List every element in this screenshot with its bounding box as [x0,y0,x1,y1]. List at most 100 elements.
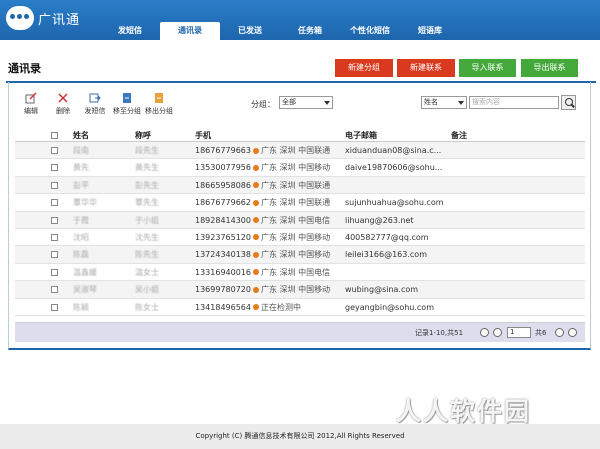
send-sms-button[interactable]: 发短信 [79,92,111,122]
row-checkbox[interactable] [51,229,58,246]
import-contacts-button[interactable]: 导入联系 [459,59,516,77]
page-total: 共6 [535,329,547,337]
remove-from-group-icon [155,93,163,103]
contact-name: 于霞 [73,215,89,225]
move-to-group-icon [123,93,131,103]
toolbar: 编辑 删除 发短信 移至分组 移出分组 [15,92,175,122]
location-icon [253,147,259,154]
group-filter-select[interactable]: 全部 [279,96,333,109]
send-sms-icon [89,93,101,103]
contact-phone: 18665958086 广东 深圳 中国联通 [195,177,330,194]
chevron-down-icon [458,101,464,105]
location-icon [253,304,259,311]
phone-number: 18676779663 [195,146,251,155]
table-row[interactable]: 温鑫媛 温女士 13316940016 广东 深圳 中国电信 [15,264,585,282]
contact-title: 段先生 [135,146,159,155]
row-checkbox[interactable] [51,299,58,316]
page-number-input[interactable]: 1 [507,327,531,338]
remove-from-group-button[interactable]: 移出分组 [143,92,175,122]
edit-button[interactable]: 编辑 [15,92,47,122]
location-icon [253,234,259,241]
phone-location: 正在检测中 [261,302,301,312]
move-to-group-button[interactable]: 移至分组 [111,92,143,122]
location-icon [253,199,259,206]
contact-name: 陈磊 [73,250,89,260]
phone-number: 18665958086 [195,180,251,190]
prev-page-button[interactable] [493,328,502,337]
table-row[interactable]: 陈颖 陈女士 13418496564 正在检测中 geyangbin@sohu.com [15,299,585,316]
header-phone: 手机 [195,131,211,140]
chevron-down-icon [324,101,330,105]
row-checkbox[interactable] [51,212,58,229]
page-title: 通讯录 [8,62,41,75]
contact-name: 沈昭 [73,232,89,242]
search-placeholder: 搜索内容 [472,98,500,106]
header-note: 备注 [451,131,467,140]
table-row[interactable]: 彭平 彭先生 18665958086 广东 深圳 中国联通 [15,176,585,195]
table-row[interactable]: 覃华华 覃先生 18676779662 广东 深圳 中国联通 sujunhuahua@s… [15,194,585,212]
row-checkbox[interactable] [51,264,58,281]
phone-location: 广东 深圳 中国联通 [261,198,331,208]
last-page-button[interactable] [568,328,577,337]
table-row[interactable]: 沈昭 沈先生 13923765120 广东 深圳 中国移动 400582777@qq.c… [15,229,585,247]
row-checkbox[interactable] [51,177,58,194]
phone-number: 13530077956 [195,163,251,173]
phone-number: 13699780720 [195,285,251,295]
contact-email: leilei3166@163.com [345,250,427,260]
contact-name: 陈颖 [73,302,89,312]
phone-number: 13418496564 [195,302,251,312]
phone-number: 13923765120 [195,232,251,242]
contact-phone: 13699780720 广东 深圳 中国移动 [195,281,330,298]
table-row[interactable]: 于霞 于小姐 18928414300 广东 深圳 中国电信 lihuang@263.ne… [15,211,585,229]
delete-icon [58,93,68,103]
header-title: 称呼 [135,131,151,140]
search-field-select[interactable]: 姓名 [421,96,467,109]
search-button[interactable] [561,95,576,110]
remove-from-group-label: 移出分组 [145,107,173,115]
contact-phone: 13530077956 广东 深圳 中国移动 [195,159,330,176]
nav-tab[interactable]: 短语库 [400,22,460,40]
row-checkbox[interactable] [51,281,58,298]
contacts-panel: 编辑 删除 发短信 移至分组 移出分组 分组： 全部 姓名 搜索内容 姓名 称呼… [8,82,591,350]
contact-phone: 13724340138 广东 深圳 中国移动 [195,246,330,263]
contact-email: 400582777@qq.com [345,232,429,242]
phone-location: 广东 深圳 中国联通 [261,180,331,190]
phone-location: 广东 深圳 中国移动 [261,232,331,242]
location-icon [253,286,259,293]
contact-title: 覃先生 [135,198,159,208]
group-filter-value: 全部 [282,98,296,106]
table-row[interactable]: 陈磊 陈先生 13724340138 广东 深圳 中国移动 leilei3166@163… [15,246,585,264]
app-logo: 广讯通 [6,6,80,30]
phone-number: 13724340138 [195,250,251,260]
first-page-button[interactable] [480,328,489,337]
phone-number: 13316940016 [195,267,251,277]
select-all-checkbox[interactable] [51,130,58,142]
row-checkbox[interactable] [51,246,58,263]
table-row[interactable]: 段南 段先生 18676779663 广东 深圳 中国联通 xiduanduan08@s… [15,142,585,160]
contact-email: sujunhuahua@sohu.com [345,198,444,208]
nav-tab[interactable]: 通讯录 [160,22,220,40]
new-group-button[interactable]: 新建分组 [335,59,393,77]
nav-tab[interactable]: 发短信 [100,22,160,40]
location-icon [253,164,259,171]
next-page-button[interactable] [555,328,564,337]
export-contacts-button[interactable]: 导出联系 [521,59,578,77]
row-checkbox[interactable] [51,142,58,159]
table-row[interactable]: 黄先 黄先生 13530077956 广东 深圳 中国移动 daive19870606@… [15,159,585,177]
contact-email: wubing@sina.com [345,285,419,295]
nav-tab[interactable]: 已发送 [220,22,280,40]
delete-label: 删除 [56,107,70,115]
contact-name: 段南 [73,146,89,155]
nav-tab[interactable]: 任务箱 [280,22,340,40]
row-checkbox[interactable] [51,159,58,176]
table-row[interactable]: 吴淑琴 吴小姐 13699780720 广东 深圳 中国移动 wubing@sina.c… [15,281,585,299]
contact-name: 黄先 [73,163,89,173]
nav-tab[interactable]: 个性化短信 [340,22,400,40]
contact-title: 温女士 [135,267,159,277]
row-checkbox[interactable] [51,194,58,211]
contact-title: 陈女士 [135,302,159,312]
group-filter-label: 分组： [251,100,275,109]
new-contact-button[interactable]: 新建联系 [397,59,455,77]
search-input[interactable]: 搜索内容 [469,96,559,109]
delete-button[interactable]: 删除 [47,92,79,122]
